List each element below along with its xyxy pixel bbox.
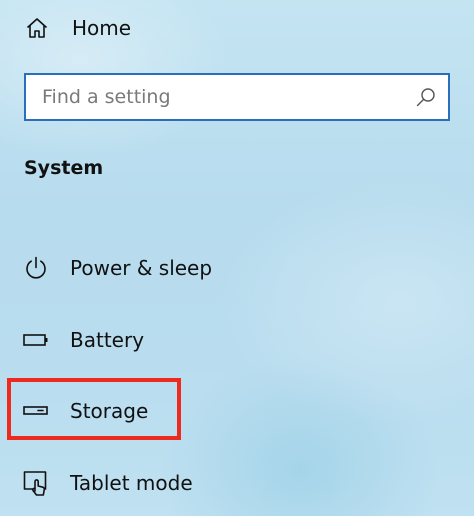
nav-item-label: Storage: [70, 399, 149, 423]
nav-item-tablet-mode[interactable]: Tablet mode: [22, 463, 193, 503]
nav-item-label: Power & sleep: [70, 256, 213, 280]
power-icon: [22, 254, 50, 282]
nav-item-storage[interactable]: Storage: [22, 391, 148, 431]
search-icon[interactable]: [414, 85, 438, 109]
tablet-mode-icon: [22, 469, 50, 497]
nav-item-power-sleep[interactable]: Power & sleep: [22, 248, 212, 288]
nav-home-label: Home: [72, 16, 132, 40]
section-title: System: [24, 157, 104, 179]
nav-home[interactable]: Home: [24, 10, 131, 46]
nav-item-battery[interactable]: Battery: [22, 320, 144, 360]
search-input[interactable]: [26, 75, 414, 119]
home-icon: [24, 15, 50, 41]
battery-icon: [22, 326, 50, 354]
search-box[interactable]: [24, 73, 450, 121]
nav-item-label: Battery: [70, 328, 145, 352]
nav-item-label: Tablet mode: [70, 471, 193, 495]
storage-icon: [22, 397, 50, 425]
